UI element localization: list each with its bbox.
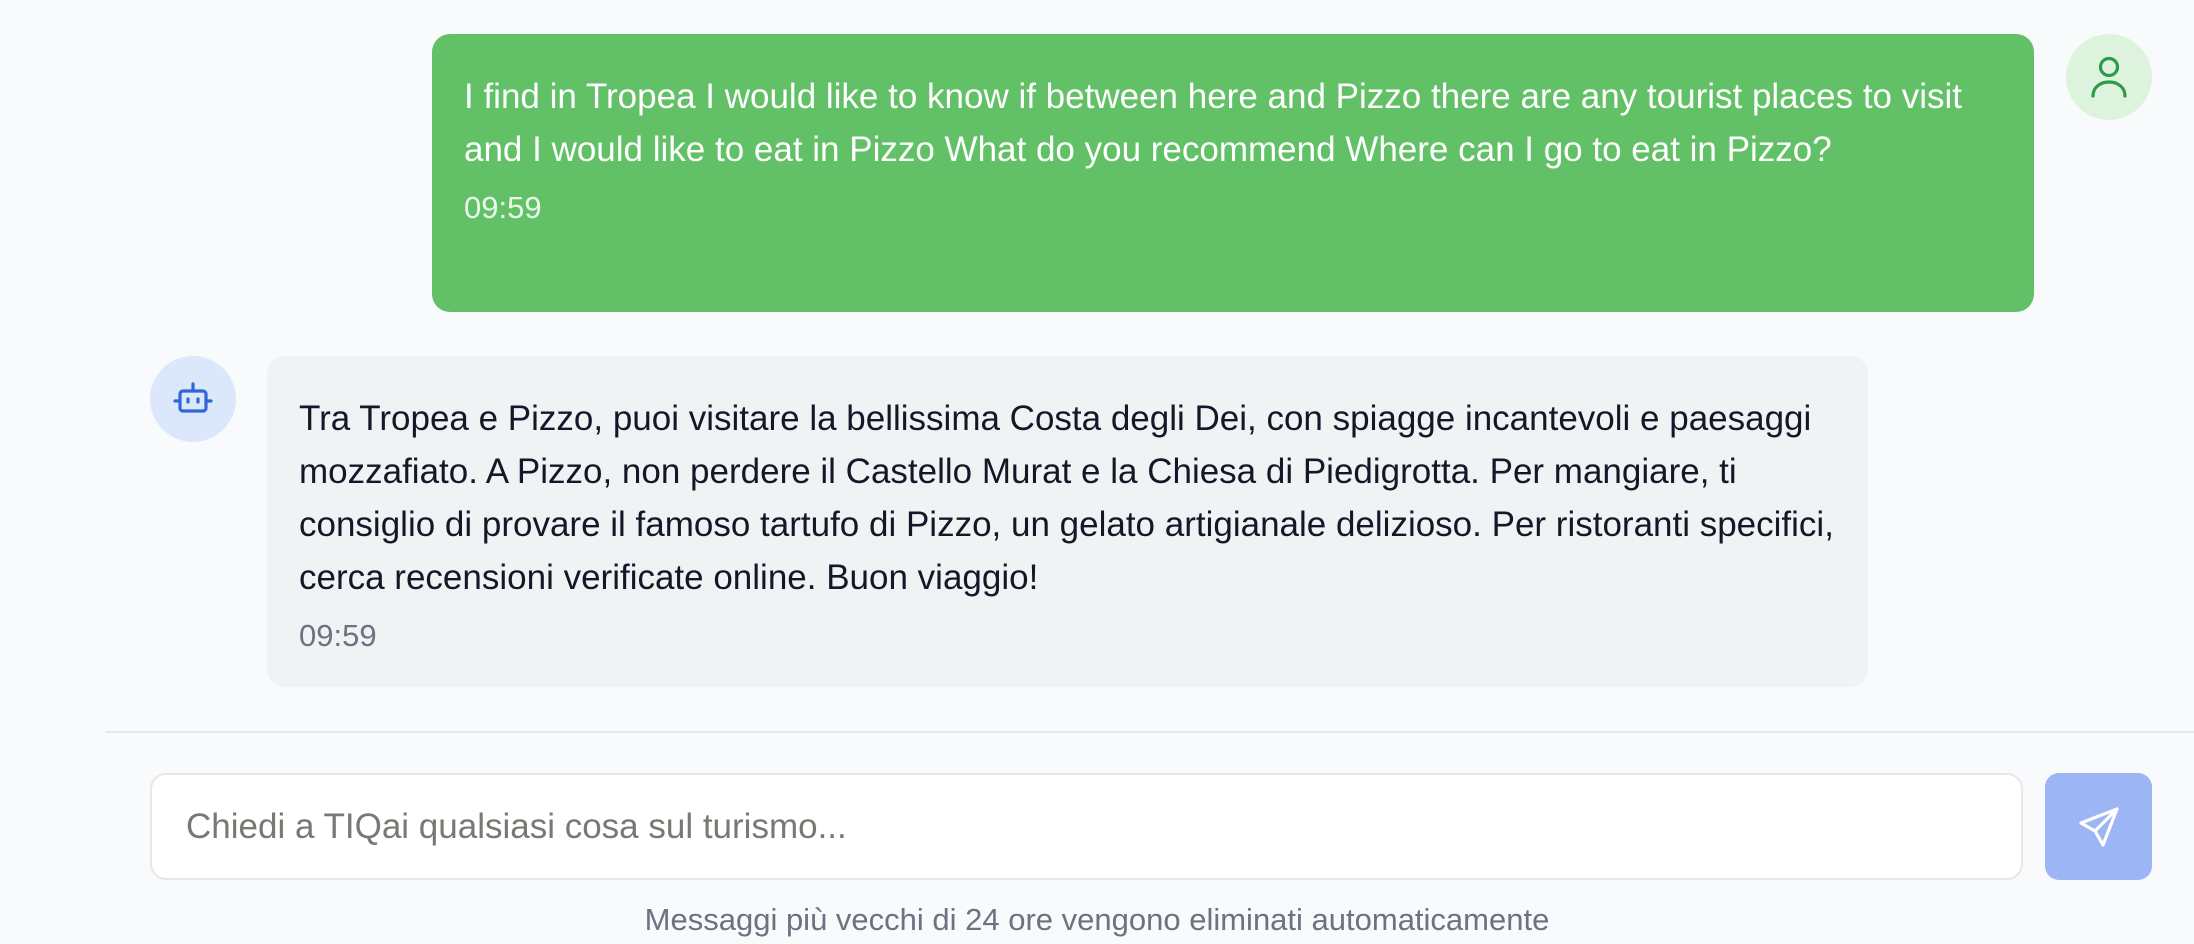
user-message-text: I find in Tropea I would like to know if… [464,77,1963,169]
bot-avatar [150,356,236,442]
bot-message-bubble: Tra Tropea e Pizzo, puoi visitare la bel… [267,356,1868,687]
message-list: I find in Tropea I would like to know if… [0,0,2194,720]
composer-divider [105,731,2194,733]
bot-message-time: 09:59 [299,618,377,653]
chat-app: I find in Tropea I would like to know if… [0,0,2194,944]
message-input[interactable] [184,805,2021,848]
send-button[interactable] [2045,773,2152,880]
user-avatar [2066,34,2152,120]
bot-icon [173,382,213,413]
user-message-bubble: I find in Tropea I would like to know if… [432,34,2034,312]
user-message-time: 09:59 [464,190,542,225]
send-icon [2078,806,2119,847]
bot-message-text: Tra Tropea e Pizzo, puoi visitare la bel… [299,399,1834,597]
retention-notice: Messaggi più vecchi di 24 ore vengono el… [644,902,1550,937]
message-input-container[interactable] [150,773,2023,880]
user-icon [2091,56,2127,98]
